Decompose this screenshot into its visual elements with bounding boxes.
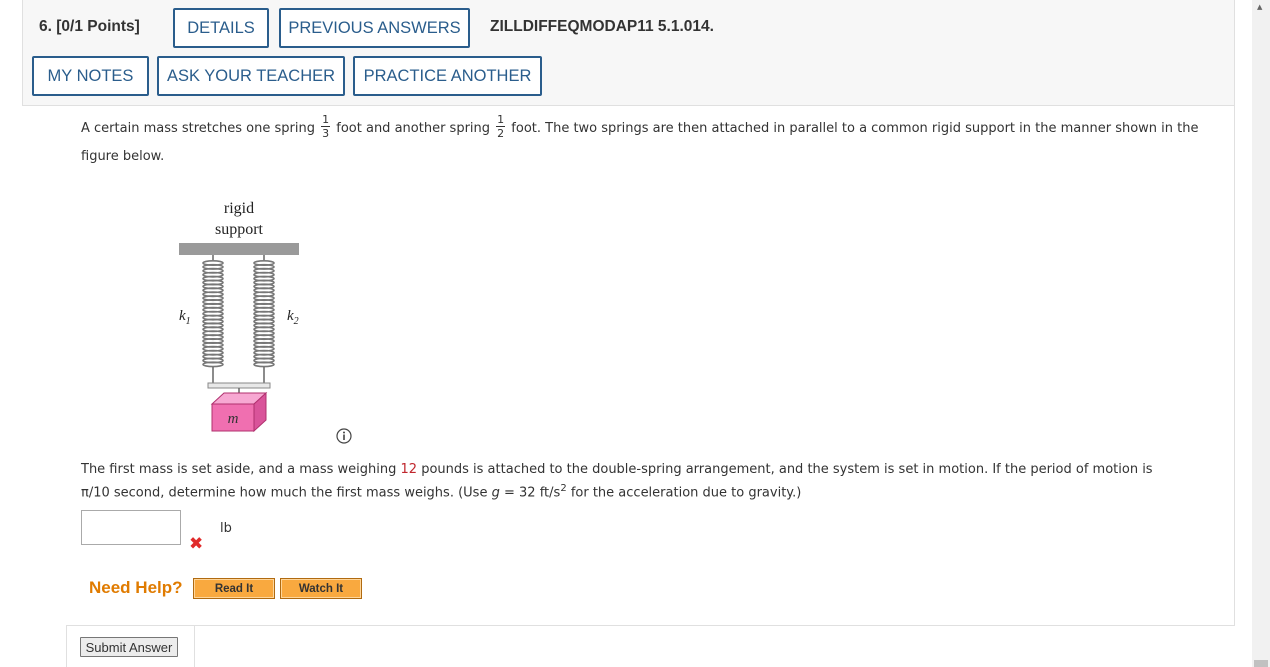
problem-statement-line1: A certain mass stretches one spring 13 f… [81, 113, 1199, 141]
question-code: ZILLDIFFEQMODAP11 5.1.014. [490, 18, 714, 35]
spring-k2 [253, 255, 275, 385]
connector-bar [207, 382, 271, 389]
submit-answer-button[interactable]: Submit Answer [80, 637, 178, 657]
ask-your-teacher-button[interactable]: ASK YOUR TEACHER [157, 56, 345, 96]
spring-k1 [202, 255, 224, 385]
problem-text-a: A certain mass stretches one spring [81, 121, 315, 136]
question-number: 6. [39, 18, 52, 35]
question-number-points: 6. [0/1 Points] [39, 18, 140, 36]
g-exponent: 2 [560, 483, 567, 494]
watch-it-button[interactable]: Watch It [280, 578, 362, 599]
vertical-scrollbar[interactable] [1252, 0, 1270, 667]
practice-another-button[interactable]: PRACTICE ANOTHER [353, 56, 542, 96]
spring-figure: rigid support k1 k2 m [179, 200, 299, 433]
fraction-numerator: 1 [321, 113, 331, 127]
fraction-denominator: 2 [497, 127, 505, 140]
period-value: π/10 [81, 485, 110, 501]
problem-statement-para2-line2: π/10 second, determine how much the firs… [81, 483, 801, 500]
para2-text-d: for the acceleration due to gravity.) [570, 485, 802, 501]
k1-label: k1 [179, 308, 191, 327]
support-label-line1: rigid [224, 200, 254, 217]
fraction-one-third: 13 [321, 113, 331, 140]
points-label: [0/1 Points] [56, 18, 140, 35]
mass-block: m [210, 391, 268, 433]
fraction-denominator: 3 [322, 127, 330, 140]
rigid-support-bar [179, 243, 299, 255]
g-equals-value: = 32 ft/s [504, 485, 561, 501]
my-notes-button[interactable]: MY NOTES [32, 56, 149, 96]
g-variable: g [491, 485, 500, 501]
k2-label: k2 [287, 308, 299, 327]
info-icon[interactable] [336, 428, 352, 444]
answer-input[interactable] [81, 510, 181, 545]
given-weight-value: 12 [400, 462, 418, 477]
k1-subscript: 1 [186, 316, 191, 327]
problem-text-b: foot and another spring [336, 121, 491, 136]
need-help-label: Need Help? [89, 578, 183, 597]
mass-label: m [228, 411, 239, 427]
para2-text-a: The first mass is set aside, and a mass … [81, 462, 397, 477]
problem-statement-para2-line1: The first mass is set aside, and a mass … [81, 462, 1153, 477]
support-label-line2: support [215, 221, 264, 238]
read-it-button[interactable]: Read It [193, 578, 275, 599]
problem-text-c: foot. The two springs are then attached … [511, 121, 1199, 136]
spring-coil [253, 361, 275, 368]
x-mark-icon: ✖ [189, 534, 204, 554]
details-button[interactable]: DETAILS [173, 8, 269, 48]
para2-text-b: pounds is attached to the double-spring … [421, 462, 1153, 477]
problem-statement-line2: figure below. [81, 149, 165, 164]
spring-coil [202, 361, 224, 368]
answer-unit: lb [220, 521, 232, 536]
fraction-numerator: 1 [496, 113, 506, 127]
para2-text-c: second, determine how much the first mas… [113, 485, 488, 501]
question-header: 6. [0/1 Points] DETAILS PREVIOUS ANSWERS… [22, 0, 1235, 106]
fraction-one-half: 12 [496, 113, 506, 140]
scrollbar-thumb[interactable] [1254, 660, 1268, 667]
k2-subscript: 2 [294, 316, 299, 327]
previous-answers-button[interactable]: PREVIOUS ANSWERS [279, 8, 470, 48]
scroll-up-arrow-icon[interactable]: ▲ [1257, 3, 1262, 11]
